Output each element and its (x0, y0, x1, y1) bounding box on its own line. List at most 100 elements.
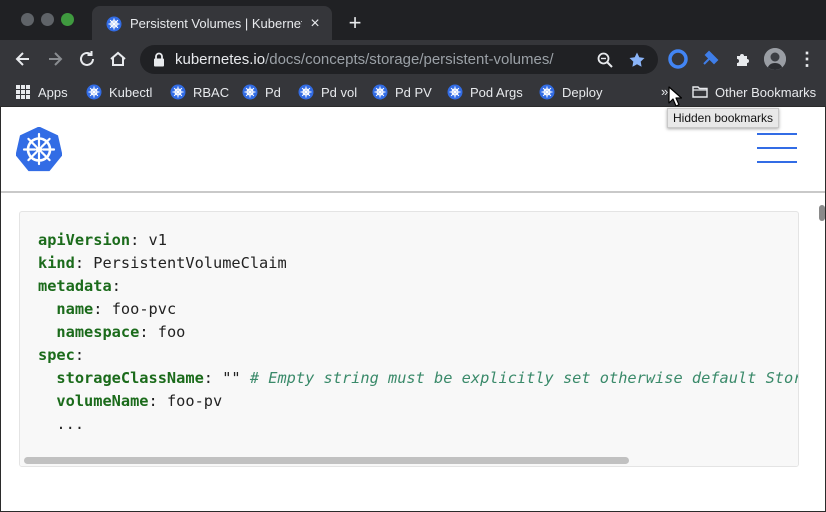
bookmarks-bar: Apps Kubectl RBAC Pd Pd vol Pd PV Pod Ar… (0, 78, 826, 106)
bookmark-label: RBAC (193, 84, 230, 100)
code-content: apiVersion: v1 kind: PersistentVolumeClai… (38, 229, 798, 436)
yaml-separator: : (74, 254, 94, 272)
code-line: ... (38, 413, 798, 436)
code-line: spec: (38, 344, 798, 367)
vertical-scrollbar[interactable] (819, 205, 825, 221)
yaml-code-block: apiVersion: v1 kind: PersistentVolumeClai… (19, 211, 799, 467)
yaml-separator: : (203, 369, 223, 387)
bookmark-deploy[interactable]: Deploy (539, 82, 602, 102)
bookmark-label: Pod Args (470, 84, 523, 100)
bookmark-label: Pd (265, 84, 281, 100)
forward-arrow-icon[interactable] (44, 48, 66, 70)
tab-title: Persistent Volumes | Kubernetes (130, 16, 302, 31)
bookmark-label: Pd vol (321, 84, 358, 100)
bookmark-pod-args[interactable]: Pod Args (447, 82, 523, 102)
horizontal-scrollbar-thumb[interactable] (24, 457, 629, 464)
yaml-comment: # Empty string must be explicitly set ot… (249, 369, 798, 387)
browser-toolbar: kubernetes.io/docs/concepts/storage/pers… (0, 40, 826, 78)
other-bookmarks-folder[interactable]: Other Bookmarks (692, 82, 816, 102)
hamburger-menu-icon[interactable] (757, 131, 797, 165)
bookmark-label: Kubectl (109, 84, 153, 100)
code-line: kind: PersistentVolumeClaim (38, 252, 798, 275)
bookmark-label: Apps (38, 84, 68, 100)
bookmark-apps[interactable]: Apps (15, 82, 68, 102)
profile-avatar[interactable] (764, 48, 786, 70)
bookmark-pd-vol[interactable]: Pd vol (298, 82, 357, 102)
code-line: metadata: (38, 275, 798, 298)
extensions-puzzle-icon[interactable] (733, 49, 753, 69)
bookmark-star-icon[interactable] (628, 51, 646, 69)
yaml-separator: : (139, 323, 158, 341)
new-tab-button[interactable]: + (344, 12, 366, 34)
minimize-window-button[interactable] (41, 13, 54, 26)
code-line: apiVersion: v1 (38, 229, 798, 252)
close-tab-icon[interactable]: × (306, 15, 324, 33)
yaml-key: apiVersion (38, 231, 131, 249)
kubernetes-icon (170, 84, 186, 100)
close-window-button[interactable] (21, 13, 34, 26)
yaml-separator: : (130, 231, 149, 249)
active-tab[interactable]: Persistent Volumes | Kubernetes × (92, 6, 332, 40)
extension-ring-icon[interactable] (668, 49, 688, 69)
hidden-bookmarks-tooltip: Hidden bookmarks (667, 108, 780, 128)
bookmark-label: Deploy (562, 84, 603, 100)
yaml-value: foo-pv (166, 392, 223, 410)
reload-icon[interactable] (76, 48, 98, 70)
kubernetes-icon (86, 84, 102, 100)
zoom-icon[interactable] (596, 51, 614, 69)
kubernetes-icon (242, 84, 258, 100)
lock-icon[interactable] (152, 52, 166, 67)
extension-tool-icon[interactable] (700, 49, 720, 69)
kubernetes-icon (539, 84, 555, 100)
bookmark-pd[interactable]: Pd (242, 82, 281, 102)
yaml-value: foo (157, 323, 186, 341)
kubernetes-logo-icon[interactable] (16, 127, 62, 172)
address-bar[interactable]: kubernetes.io/docs/concepts/storage/pers… (140, 45, 658, 74)
folder-icon (692, 86, 708, 98)
bookmark-kubectl[interactable]: Kubectl (86, 82, 152, 102)
yaml-value: "" (222, 369, 250, 387)
bookmark-pd-pv[interactable]: Pd PV (372, 82, 432, 102)
code-line: name: foo-pvc (38, 298, 798, 321)
url-path: /docs/concepts/storage/persistent-volume… (265, 51, 554, 68)
kubernetes-icon (372, 84, 388, 100)
bookmark-rbac[interactable]: RBAC (170, 82, 229, 102)
kubernetes-icon (447, 84, 463, 100)
chrome-menu-icon[interactable]: ⋮ (798, 48, 816, 70)
apps-grid-icon (16, 85, 30, 99)
yaml-value: foo-pvc (111, 300, 177, 318)
bookmark-label: Pd PV (395, 84, 432, 100)
home-icon[interactable] (107, 48, 129, 70)
yaml-value: PersistentVolumeClaim (93, 254, 287, 272)
yaml-key: name (56, 300, 94, 318)
other-bookmarks-label: Other Bookmarks (715, 84, 817, 100)
kubernetes-icon (298, 84, 314, 100)
web-page: apiVersion: v1 kind: PersistentVolumeClai… (0, 106, 826, 512)
horizontal-scrollbar[interactable] (20, 454, 798, 466)
back-arrow-icon[interactable] (12, 48, 34, 70)
profile-photo-icon (764, 48, 786, 70)
yaml-key: namespace (56, 323, 140, 341)
yaml-key: storageClassName (56, 369, 204, 387)
yaml-key: volumeName (56, 392, 149, 410)
yaml-separator: : (74, 346, 85, 364)
code-line: storageClassName: "" # Empty string must… (38, 367, 798, 390)
yaml-key: metadata (38, 277, 112, 295)
yaml-value: ... (56, 415, 85, 433)
yaml-separator: : (93, 300, 112, 318)
yaml-key: spec (38, 346, 75, 364)
yaml-key: kind (38, 254, 75, 272)
tab-strip: Persistent Volumes | Kubernetes × + (0, 0, 826, 40)
kubernetes-favicon-icon (106, 16, 122, 32)
mouse-pointer-icon (668, 86, 682, 107)
yaml-value: v1 (148, 231, 167, 249)
url-text[interactable]: kubernetes.io/docs/concepts/storage/pers… (175, 51, 554, 69)
zoom-window-button[interactable] (61, 13, 74, 26)
yaml-separator: : (111, 277, 121, 295)
url-host: kubernetes.io (175, 51, 266, 68)
